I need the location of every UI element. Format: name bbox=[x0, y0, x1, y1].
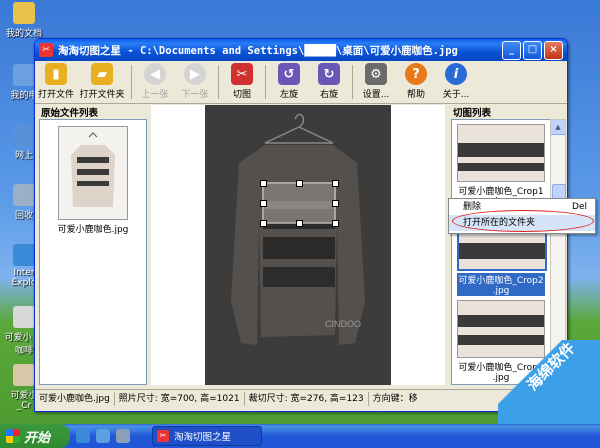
status-filename: 可爱小鹿咖色.jpg bbox=[35, 392, 115, 406]
source-file-name: 可爱小鹿咖色.jpg bbox=[57, 225, 129, 235]
status-crop-size: 裁切尺寸: 宽=276, 高=123 bbox=[245, 392, 369, 406]
highlight-ring bbox=[452, 210, 594, 232]
taskbar-app-button[interactable]: ✂ 淘淘切图之星 bbox=[152, 426, 262, 446]
rotate-right-button[interactable]: ↻ 右旋 bbox=[310, 63, 348, 100]
media-player-icon[interactable] bbox=[116, 429, 130, 443]
settings-button[interactable]: ⚙ 设置... bbox=[357, 63, 395, 100]
previous-icon: ◀ bbox=[144, 63, 166, 85]
open-file-icon: ▮ bbox=[45, 63, 67, 85]
taskbar: 开始 ✂ 淘淘切图之星 bbox=[0, 424, 600, 448]
desktop-icon-my-documents[interactable]: 我的文档 bbox=[2, 2, 46, 39]
toolbar-separator bbox=[352, 65, 353, 99]
computer-icon bbox=[13, 64, 35, 86]
show-desktop-icon[interactable] bbox=[96, 429, 110, 443]
photo-watermark: CINDOO bbox=[325, 319, 361, 329]
source-file-item[interactable]: 可爱小鹿咖色.jpg bbox=[40, 126, 146, 235]
sweater-thumbnail-image bbox=[59, 127, 127, 219]
status-photo-size: 照片尺寸: 宽=700, 高=1021 bbox=[115, 392, 245, 406]
crop-file-name: 可爱小鹿咖色_Crop2 .jpg bbox=[457, 273, 545, 296]
title-bar[interactable]: ✂ 淘淘切图之星 - C:\Documents and Settings\███… bbox=[35, 39, 567, 61]
rotate-left-icon: ↺ bbox=[278, 63, 300, 85]
sweater-photo: CINDOO bbox=[205, 105, 391, 385]
network-icon bbox=[13, 124, 35, 146]
toolbar-separator bbox=[218, 65, 219, 99]
crop-handle[interactable] bbox=[332, 220, 339, 227]
crop-handle[interactable] bbox=[260, 200, 267, 207]
source-file-panel: 原始文件列表 可爱小鹿咖色.jpg bbox=[39, 105, 147, 385]
crop-handle[interactable] bbox=[332, 200, 339, 207]
folder-icon bbox=[13, 364, 35, 386]
window-title: 淘淘切图之星 - C:\Documents and Settings\█████… bbox=[58, 44, 458, 57]
crop-list-title: 切图列表 bbox=[453, 108, 492, 119]
crop-button[interactable]: ✂ 切图 bbox=[223, 63, 261, 100]
source-thumbnail bbox=[58, 126, 128, 220]
source-file-list[interactable]: 可爱小鹿咖色.jpg bbox=[39, 119, 147, 385]
crop-handle[interactable] bbox=[260, 220, 267, 227]
settings-icon: ⚙ bbox=[365, 63, 387, 85]
crop-list-item[interactable]: 可爱小鹿咖色_Crop1 .jpg bbox=[457, 124, 545, 207]
app-icon: ✂ bbox=[39, 43, 53, 57]
previous-button[interactable]: ◀ 上一张 bbox=[136, 63, 174, 100]
rotate-right-icon: ↻ bbox=[318, 63, 340, 85]
start-button[interactable]: 开始 bbox=[0, 424, 70, 448]
windows-logo-icon bbox=[6, 429, 20, 443]
rotate-left-button[interactable]: ↺ 左旋 bbox=[270, 63, 308, 100]
open-file-button[interactable]: ▮ 打开文件 bbox=[37, 63, 75, 100]
next-icon: ▶ bbox=[184, 63, 206, 85]
crop-handle[interactable] bbox=[332, 180, 339, 187]
folder-icon bbox=[13, 2, 35, 24]
help-icon: ? bbox=[405, 63, 427, 85]
image-file-icon bbox=[13, 306, 35, 328]
crop-handle[interactable] bbox=[296, 180, 303, 187]
source-file-panel-title: 原始文件列表 bbox=[41, 108, 99, 119]
about-button[interactable]: i 关于... bbox=[437, 63, 475, 100]
about-icon: i bbox=[445, 63, 467, 85]
toolbar-separator bbox=[265, 65, 266, 99]
next-button[interactable]: ▶ 下一张 bbox=[176, 63, 214, 100]
crop-handle[interactable] bbox=[296, 220, 303, 227]
toolbar: ▮ 打开文件 ▰ 打开文件夹 ◀ 上一张 ▶ 下一张 ✂ 切图 ↺ 左旋 ↻ 右… bbox=[35, 61, 567, 104]
close-button[interactable]: × bbox=[544, 40, 563, 60]
open-folder-button[interactable]: ▰ 打开文件夹 bbox=[77, 63, 127, 100]
status-direction-hint: 方向键：移 bbox=[372, 394, 418, 404]
open-folder-icon: ▰ bbox=[91, 63, 113, 85]
preview-image: CINDOO bbox=[205, 105, 391, 385]
app-icon: ✂ bbox=[157, 430, 169, 442]
toolbar-separator bbox=[131, 65, 132, 99]
image-preview-area[interactable]: CINDOO bbox=[151, 105, 445, 385]
scissors-icon: ✂ bbox=[231, 63, 253, 85]
scroll-up-arrow-icon[interactable]: ▲ bbox=[551, 120, 565, 135]
status-bar: 可爱小鹿咖色.jpg 照片尺寸: 宽=700, 高=1021 裁切尺寸: 宽=2… bbox=[35, 389, 567, 408]
ie-quicklaunch-icon[interactable] bbox=[76, 429, 90, 443]
crop-handle[interactable] bbox=[260, 180, 267, 187]
ie-icon bbox=[13, 244, 35, 266]
left-splitter[interactable] bbox=[146, 105, 149, 385]
maximize-button[interactable]: □ bbox=[523, 40, 542, 60]
crop-thumbnail bbox=[457, 124, 545, 182]
help-button[interactable]: ? 帮助 bbox=[397, 63, 435, 100]
minimize-button[interactable]: _ bbox=[502, 40, 521, 60]
recycle-bin-icon bbox=[13, 184, 35, 206]
